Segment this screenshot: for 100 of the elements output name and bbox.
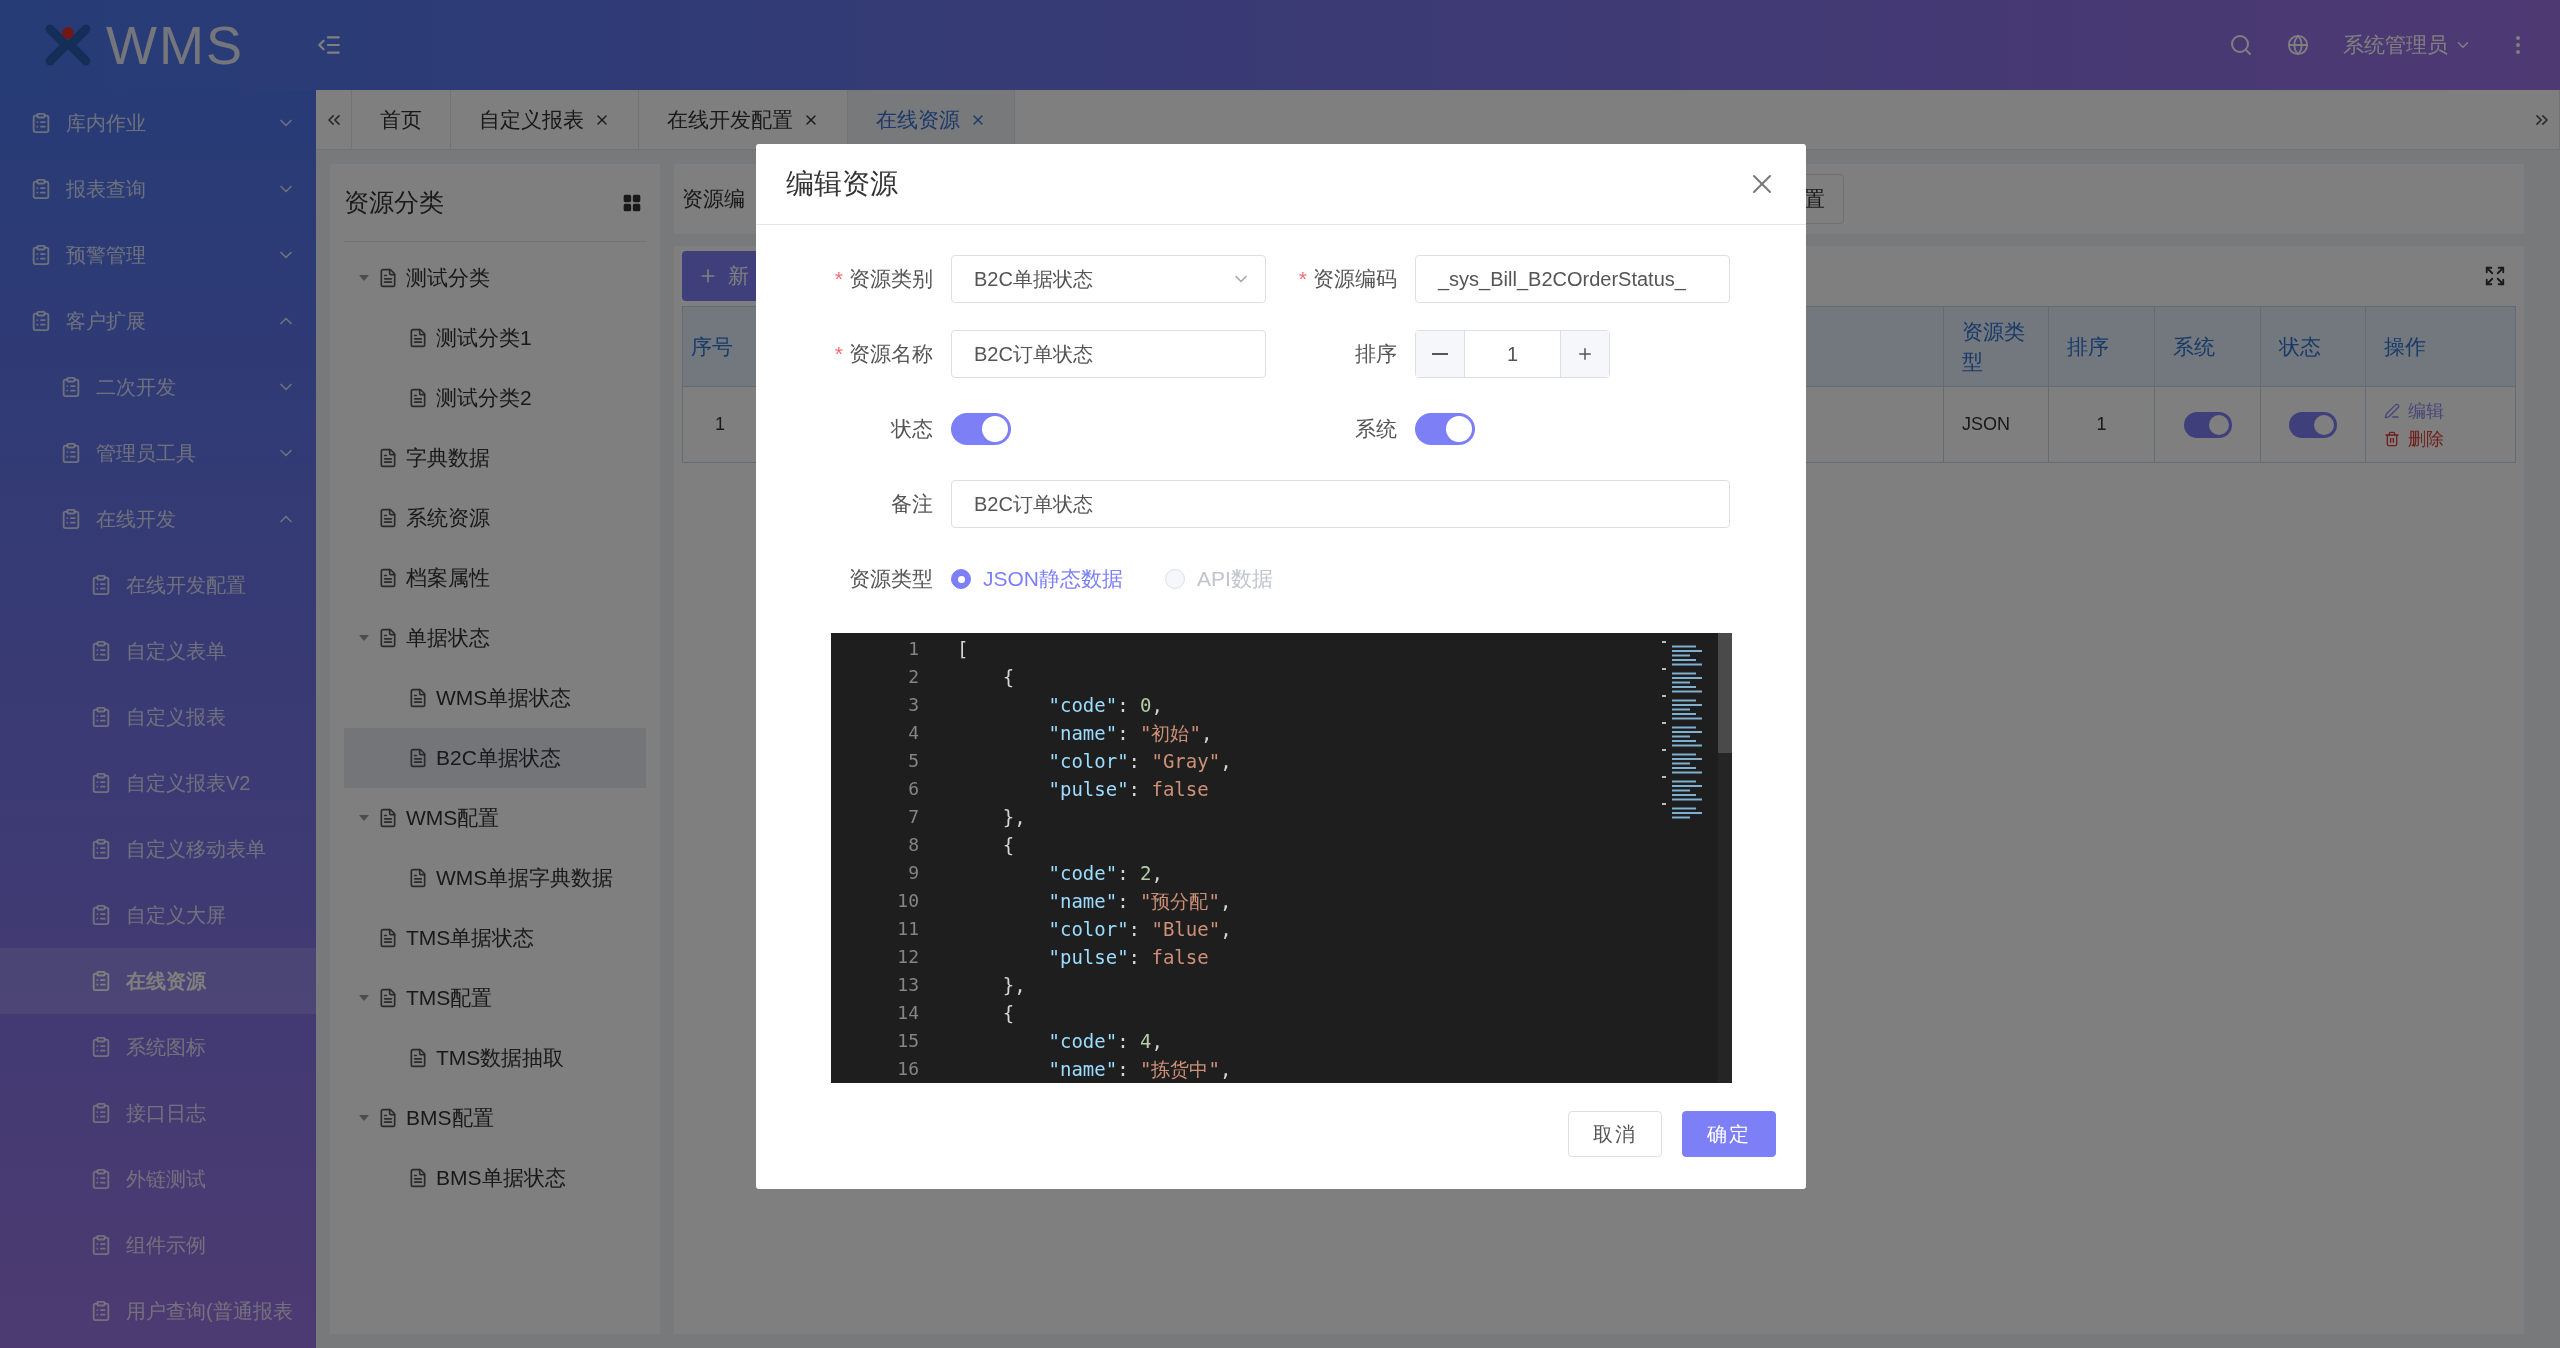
code-line: {: [1001, 833, 1016, 858]
toggle-switch[interactable]: [2289, 411, 2337, 438]
code-line: "name": "拣货中",: [1047, 1057, 1233, 1082]
field-label: * 资源编码: [1298, 266, 1397, 292]
clipboard-icon: [30, 244, 52, 266]
tree-item[interactable]: B2C单据状态: [344, 728, 646, 788]
code-input[interactable]: _sys_Bill_B2COrderStatus_: [1415, 255, 1730, 303]
system-switch[interactable]: [1415, 413, 1475, 445]
grid-icon[interactable]: [622, 192, 642, 213]
user-menu[interactable]: 系统管理员: [2343, 31, 2472, 59]
line-number: 13: [896, 973, 920, 997]
clipboard-icon: [90, 574, 112, 596]
document-icon: [378, 268, 398, 288]
column-header: 操作: [2366, 307, 2516, 387]
line-number: 14: [896, 1001, 920, 1025]
line-number: 11: [896, 917, 920, 941]
document-icon: [408, 748, 428, 768]
clipboard-icon: [30, 112, 52, 134]
tree-item[interactable]: WMS单据状态: [344, 668, 646, 728]
clipboard-icon: [90, 1300, 112, 1322]
line-number: 8: [907, 833, 920, 857]
column-header: 系统: [2155, 307, 2261, 387]
clipboard-icon: [90, 1102, 112, 1124]
tree-item[interactable]: WMS单据字典数据: [344, 848, 646, 908]
clipboard-icon: [90, 1168, 112, 1190]
clipboard-icon: [60, 442, 82, 464]
field-label: 系统: [1355, 416, 1397, 442]
document-icon: [378, 628, 398, 648]
tree-item[interactable]: 测试分类1: [344, 308, 646, 368]
line-number: 12: [896, 945, 920, 969]
clipboard-icon: [90, 904, 112, 926]
line-number: 15: [896, 1029, 920, 1053]
code-line: "code": 4,: [1047, 1029, 1164, 1054]
category-select[interactable]: B2C单据状态: [951, 255, 1266, 303]
document-icon: [378, 988, 398, 1008]
field-label: 状态: [891, 416, 933, 442]
code-line: "pulse": false: [1047, 945, 1210, 970]
line-number: 6: [907, 777, 920, 801]
globe-icon[interactable]: [2287, 34, 2309, 56]
line-number: 10: [896, 889, 920, 913]
edit-link[interactable]: 编辑: [2384, 398, 2444, 423]
tree-item[interactable]: TMS单据状态: [344, 908, 646, 968]
delete-link[interactable]: 删除: [2384, 426, 2444, 451]
sidebar-item[interactable]: 报表查询: [0, 156, 316, 222]
tree-item[interactable]: 系统资源: [344, 488, 646, 548]
table-cell: 1: [2049, 387, 2155, 463]
sidebar-item[interactable]: 库内作业: [0, 90, 316, 156]
code-line: "code": 0,: [1047, 693, 1164, 718]
document-icon: [408, 868, 428, 888]
document-icon: [378, 448, 398, 468]
line-number: 4: [907, 721, 920, 745]
document-icon: [408, 688, 428, 708]
tree-item[interactable]: 测试分类2: [344, 368, 646, 428]
code-line: {: [1001, 1001, 1016, 1026]
document-icon: [408, 1048, 428, 1068]
tree-item[interactable]: WMS配置: [344, 788, 646, 848]
minus-icon: [1432, 353, 1448, 355]
search-icon[interactable]: [2229, 33, 2253, 57]
clipboard-icon: [90, 1036, 112, 1058]
tree-item[interactable]: BMS单据状态: [344, 1148, 646, 1208]
remark-input[interactable]: B2C订单状态: [951, 480, 1730, 528]
code-line: "name": "预分配",: [1047, 889, 1233, 914]
tree-item[interactable]: TMS配置: [344, 968, 646, 1028]
code-line: [: [957, 637, 970, 662]
trash-icon: [2384, 430, 2400, 447]
document-icon: [378, 1108, 398, 1128]
table-cell: JSON: [1944, 387, 2049, 463]
tree-item[interactable]: BMS配置: [344, 1088, 646, 1148]
sidebar-item[interactable]: 预警管理: [0, 222, 316, 288]
plus-icon: [1576, 345, 1594, 363]
tree-item[interactable]: 测试分类: [344, 248, 646, 308]
document-icon: [378, 568, 398, 588]
code-editor[interactable]: 1 2 3 4 5 6 7 8 9 10 11 12 13 14 15 16 [ { "code": 0, "name": "初始", "color": "Gray", "pulse": false }, { "code": 2, "name": "预分配", "color": "Blue", "pulse": false }, { "code": 4, "name": "拣货中",: [831, 633, 1732, 1083]
tree-item[interactable]: TMS数据抽取: [344, 1028, 646, 1088]
code-line: "pulse": false: [1047, 777, 1210, 802]
clipboard-icon: [60, 376, 82, 398]
cancel-button[interactable]: 取消: [1568, 1111, 1662, 1157]
line-number: 2: [907, 665, 920, 689]
field-label: 备注: [891, 491, 933, 517]
tree-item[interactable]: 档案属性: [344, 548, 646, 608]
tree-item[interactable]: 单据状态: [344, 608, 646, 668]
document-icon: [378, 508, 398, 528]
radio-option[interactable]: JSON静态数据: [951, 565, 1123, 593]
status-switch[interactable]: [951, 413, 1011, 445]
code-line: "name": "初始",: [1047, 721, 1214, 746]
clipboard-icon: [60, 508, 82, 530]
line-number: 1: [907, 637, 920, 661]
code-line: },: [1001, 973, 1027, 998]
field-label: 资源类型: [849, 566, 933, 592]
tree-item[interactable]: 字典数据: [344, 428, 646, 488]
toggle-switch[interactable]: [2183, 411, 2232, 438]
field-label: 排序: [1355, 341, 1397, 367]
name-input[interactable]: B2C订单状态: [951, 330, 1266, 378]
line-number: 3: [907, 693, 920, 717]
line-number: 16: [896, 1057, 920, 1081]
code-line: {: [1001, 665, 1016, 690]
clipboard-icon: [30, 178, 52, 200]
line-number: 7: [907, 805, 920, 829]
document-icon: [408, 388, 428, 408]
confirm-button[interactable]: 确定: [1682, 1111, 1776, 1157]
